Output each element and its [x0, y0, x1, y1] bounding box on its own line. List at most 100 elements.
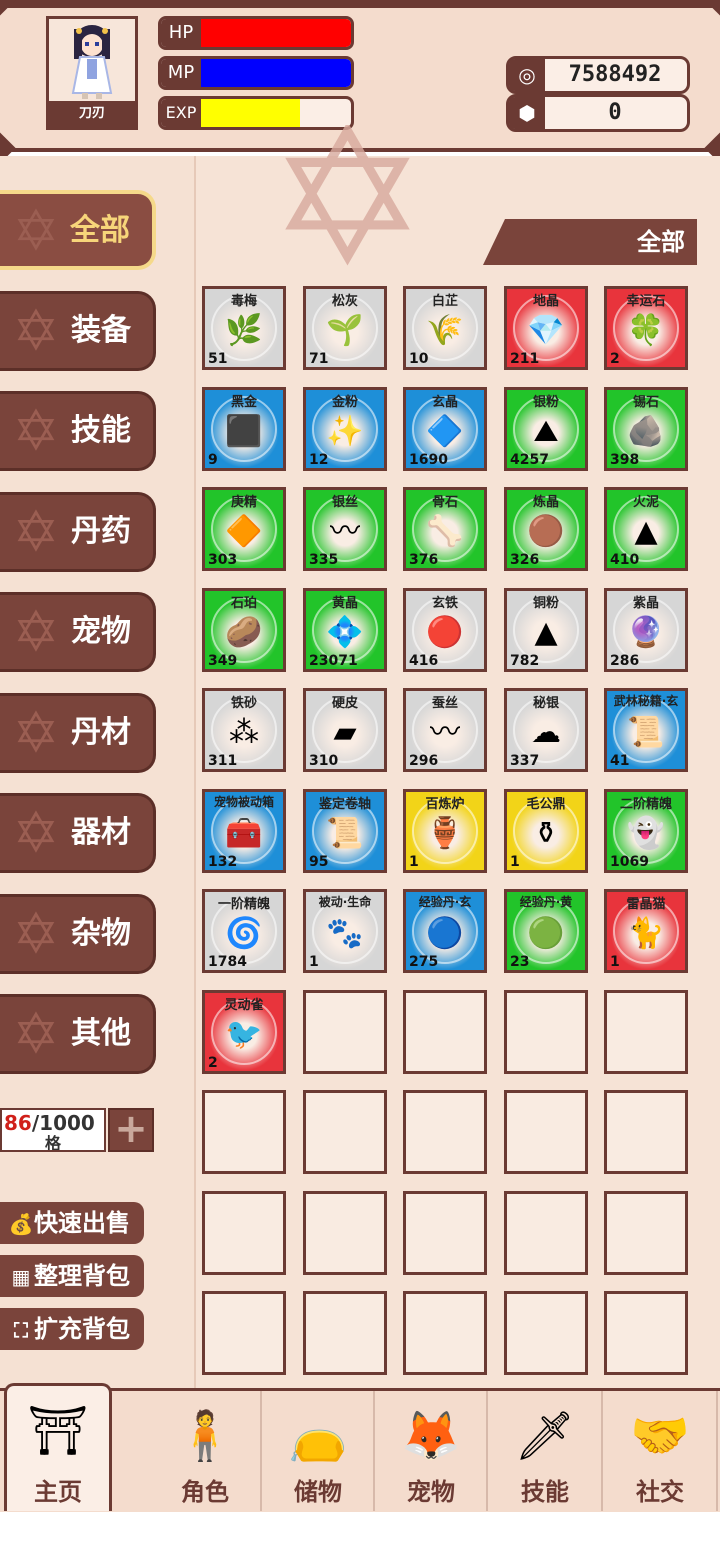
bag-action-button[interactable]: ▦ 整理背包: [0, 1255, 144, 1297]
emblem-decoration: ✡: [267, 125, 428, 270]
nav-tab[interactable]: ⛩ 主页: [4, 1383, 112, 1511]
nav-tab[interactable]: 🧍 角色: [150, 1391, 262, 1511]
hp-label: HP: [161, 19, 201, 47]
inventory-item-slot[interactable]: 🌀 一阶精魄 1784: [202, 889, 286, 973]
item-count: 303: [208, 552, 238, 568]
ore-icon: ⬛: [225, 413, 263, 449]
powder-icon: 🔶: [225, 514, 263, 549]
inventory-item-slot[interactable]: 🐾 被动·生命 1: [303, 889, 387, 973]
pill-icon: 🟢: [527, 916, 565, 951]
inventory-item-slot[interactable]: ⁂ 铁砂 311: [202, 688, 286, 772]
inventory-item-slot[interactable]: ⬛ 黑金 9: [202, 386, 286, 471]
inventory-item-slot[interactable]: 🌿 毒梅 51: [202, 286, 286, 370]
empty-slot[interactable]: [202, 1090, 286, 1174]
lucky-stone-icon: 🍀: [627, 313, 665, 348]
item-count: 23: [510, 954, 530, 970]
empty-slot[interactable]: [202, 1291, 286, 1375]
empty-slot[interactable]: [604, 989, 688, 1074]
category-tab[interactable]: ✡ 丹药: [0, 491, 156, 572]
inventory-item-slot[interactable]: 💎 地晶 211: [504, 286, 588, 370]
empty-slot[interactable]: [604, 1190, 688, 1275]
empty-slot[interactable]: [202, 1190, 286, 1275]
scroll-icon: 📜: [326, 815, 364, 851]
inventory-item-slot[interactable]: 🔶 庚精 303: [202, 487, 286, 571]
inventory-item-slot[interactable]: 📜 武林秘籍·玄 41: [604, 688, 688, 772]
nav-tab[interactable]: 🦊 宠物: [376, 1391, 488, 1511]
inventory-item-slot[interactable]: 🌾 白芷 10: [403, 286, 487, 370]
empty-slot[interactable]: [403, 989, 487, 1074]
nav-tab[interactable]: 👝 储物: [263, 1391, 375, 1511]
empty-slot[interactable]: [504, 1291, 588, 1375]
inventory-item-slot[interactable]: 👻 二阶精魄 1069: [604, 788, 688, 873]
empty-slot[interactable]: [504, 1190, 588, 1275]
category-tab[interactable]: ✡ 丹材: [0, 692, 156, 773]
bag-action-button[interactable]: 💰快速出售: [0, 1202, 144, 1244]
inventory-item-slot[interactable]: 🔴 玄铁 416: [403, 587, 487, 672]
inventory-item-slot[interactable]: 〰 蚕丝 296: [403, 688, 487, 772]
category-label: 丹药: [71, 513, 131, 549]
inventory-item-slot[interactable]: 🐦 灵动雀 2: [202, 989, 286, 1074]
inventory-item-slot[interactable]: 🔵 经验丹·玄 275: [403, 889, 487, 973]
hp-bar: HP: [158, 16, 354, 50]
inventory-item-slot[interactable]: 🟢 经验丹·黄 23: [504, 889, 588, 973]
item-name: 紫晶: [632, 595, 659, 611]
grid-icon: ▦: [11, 1265, 31, 1289]
item-name: 黄晶: [331, 595, 358, 611]
inventory-item-slot[interactable]: 🟤 炼晶 326: [504, 487, 588, 571]
nav-tab[interactable]: 🗡 技能: [489, 1391, 603, 1511]
empty-slot[interactable]: [504, 989, 588, 1074]
inventory-item-slot[interactable]: 🌱 松灰 71: [303, 286, 387, 370]
item-count: 2: [208, 1054, 218, 1071]
inventory-item-slot[interactable]: 📜 鉴定卷轴 95: [303, 788, 387, 873]
inventory-item-slot[interactable]: 🥔 石珀 349: [202, 587, 286, 672]
empty-slot[interactable]: [604, 1090, 688, 1174]
coin-value: 7588492: [568, 62, 662, 87]
empty-slot[interactable]: [403, 1090, 487, 1174]
empty-slot[interactable]: [303, 1190, 387, 1275]
category-tab[interactable]: ✡ 器材: [0, 793, 156, 873]
inventory-item-slot[interactable]: 🔮 紫晶 286: [604, 587, 688, 672]
category-tab[interactable]: ✡ 全部: [0, 190, 156, 270]
empty-slot[interactable]: [303, 1090, 387, 1174]
category-tab[interactable]: ✡ 宠物: [0, 592, 156, 672]
inventory-item-slot[interactable]: ☁ 秘银 337: [504, 688, 588, 772]
item-count: 398: [610, 451, 640, 468]
empty-slot[interactable]: [403, 1291, 487, 1375]
inventory-item-slot[interactable]: ▲ 火泥 410: [604, 487, 688, 571]
inventory-item-slot[interactable]: 〰 银丝 335: [303, 487, 387, 571]
inventory-item-slot[interactable]: 💠 黄晶 23071: [303, 587, 387, 672]
hexagram-icon: ✡: [12, 499, 60, 565]
category-tab[interactable]: ✡ 其他: [0, 994, 156, 1074]
inventory-item-slot[interactable]: ✨ 金粉 12: [303, 386, 387, 471]
avatar[interactable]: 刀刃: [46, 16, 138, 130]
category-tab[interactable]: ✡ 装备: [0, 290, 156, 371]
add-capacity-button[interactable]: +: [108, 1108, 154, 1152]
inventory-item-slot[interactable]: 🪨 锡石 398: [604, 386, 688, 471]
bag-action-button[interactable]: ⛶ 扩充背包: [0, 1308, 144, 1350]
nav-label: 储物: [294, 1478, 342, 1506]
empty-slot[interactable]: [403, 1190, 487, 1275]
empty-slot[interactable]: [504, 1090, 588, 1174]
bone-icon: 🦴: [426, 514, 464, 549]
inventory-item-slot[interactable]: 🦴 骨石 376: [403, 487, 487, 571]
item-count: 132: [208, 853, 238, 870]
inventory-item-slot[interactable]: 🏺 百炼炉 1: [403, 788, 487, 873]
category-tab[interactable]: ✡ 技能: [0, 391, 156, 471]
nav-tab[interactable]: 🤝 社交: [604, 1391, 718, 1511]
item-name: 灵动雀: [224, 997, 264, 1013]
inventory-item-slot[interactable]: 🧰 宠物被动箱 132: [202, 788, 286, 873]
nav-label: 社交: [636, 1478, 684, 1506]
mp-label: MP: [161, 59, 201, 87]
empty-slot[interactable]: [303, 1291, 387, 1375]
inventory-item-slot[interactable]: 🐈 雷晶猫 1: [604, 889, 688, 973]
empty-slot[interactable]: [303, 989, 387, 1074]
inventory-item-slot[interactable]: ▲ 铜粉 782: [504, 587, 588, 672]
empty-slot[interactable]: [604, 1291, 688, 1375]
category-tab[interactable]: ✡ 杂物: [0, 893, 156, 974]
inventory-item-slot[interactable]: ▰ 硬皮 310: [303, 688, 387, 772]
inventory-item-slot[interactable]: 🔷 玄晶 1690: [403, 386, 487, 471]
inventory-item-slot[interactable]: ⛰ 银粉 4257: [504, 386, 588, 471]
inventory-item-slot[interactable]: ⚱ 毛公鼎 1: [504, 788, 588, 873]
item-name: 玄晶: [431, 394, 458, 410]
inventory-item-slot[interactable]: 🍀 幸运石 2: [604, 286, 688, 370]
